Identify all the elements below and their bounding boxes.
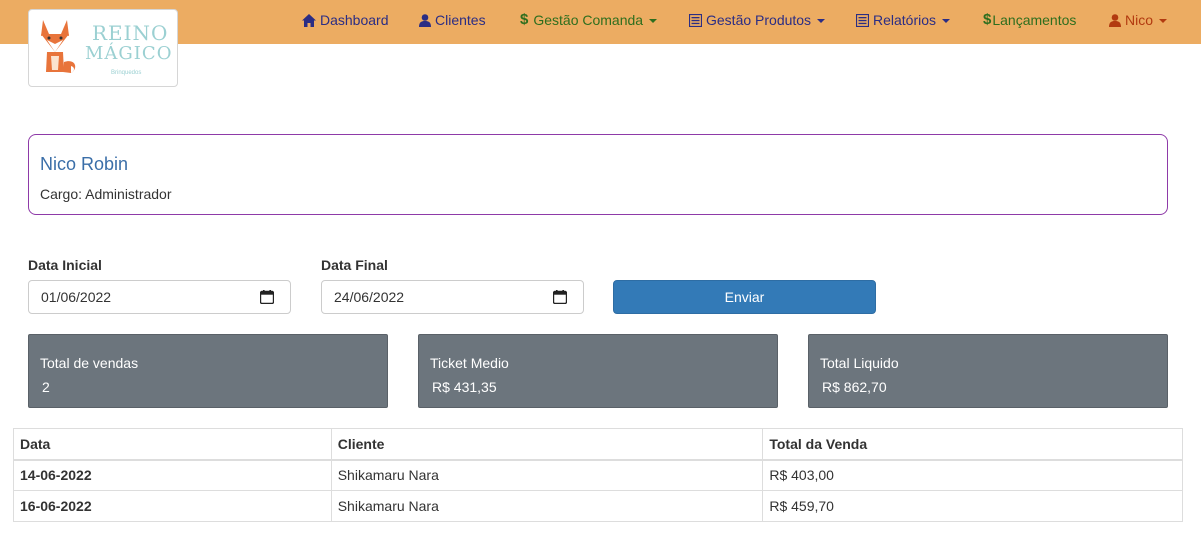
start-date-label: Data Inicial [28, 257, 102, 273]
caret-down-icon [817, 19, 826, 23]
caret-down-icon [1159, 19, 1168, 23]
calendar-icon[interactable] [260, 290, 274, 304]
nav-gestao-produtos-label: Gestão Produtos [706, 12, 812, 28]
nav-user-menu[interactable]: Nico [1109, 10, 1168, 30]
stat-title: Ticket Medio [430, 355, 509, 371]
start-date-input[interactable]: 01/06/2022 [28, 280, 291, 314]
sales-table: Data Cliente Total da Venda 14-06-2022 S… [13, 428, 1183, 522]
list-icon [689, 13, 702, 27]
cell-client: Shikamaru Nara [330, 490, 764, 522]
nav-dashboard-label: Dashboard [320, 12, 389, 28]
dollar-icon: $ [983, 11, 992, 28]
stat-value: 2 [42, 379, 50, 395]
nav-lancamentos-label: Lançamentos [992, 12, 1077, 28]
start-date-value: 01/06/2022 [41, 289, 112, 305]
fox-icon [41, 20, 76, 73]
profile-role: Cargo: Administrador [40, 186, 172, 202]
nav-gestao-comanda[interactable]: $ Gestão Comanda [520, 10, 658, 30]
cell-client: Shikamaru Nara [330, 459, 764, 491]
nav-gestao-comanda-label: Gestão Comanda [533, 12, 644, 28]
profile-card: Nico Robin Cargo: Administrador [28, 134, 1168, 215]
cell-total: R$ 403,00 [762, 459, 1183, 491]
top-navbar: Dashboard Clientes $ Gestão Comanda Gest… [0, 0, 1201, 44]
column-header-data: Data [13, 428, 332, 461]
logo-text-line3: Brinquedos [111, 70, 142, 76]
calendar-icon[interactable] [553, 290, 567, 304]
nav-lancamentos[interactable]: $ Lançamentos [983, 10, 1076, 30]
stat-card-total-liquido: Total Liquido R$ 862,70 [808, 334, 1168, 408]
end-date-input[interactable]: 24/06/2022 [321, 280, 584, 314]
column-header-cliente: Cliente [330, 428, 764, 461]
profile-name: Nico Robin [40, 154, 129, 174]
table-header-row: Data Cliente Total da Venda [13, 428, 1183, 461]
nav-user-label: Nico [1125, 12, 1154, 28]
stat-title: Total de vendas [40, 355, 139, 371]
column-header-total: Total da Venda [762, 428, 1183, 461]
cell-date: 16-06-2022 [13, 490, 332, 522]
nav-relatorios-label: Relatórios [873, 12, 937, 28]
home-icon [302, 13, 316, 27]
table-row: 14-06-2022 Shikamaru Nara R$ 403,00 [13, 459, 1183, 491]
submit-button[interactable]: Enviar [613, 280, 876, 314]
logo-text-line1: REINO [92, 21, 169, 45]
user-icon [1109, 13, 1121, 27]
nav-relatorios[interactable]: Relatórios [856, 10, 951, 30]
stat-title: Total Liquido [820, 355, 899, 371]
brand-logo[interactable]: REINO MÁGICO Brinquedos [28, 9, 178, 87]
caret-down-icon [649, 19, 658, 23]
cell-date: 14-06-2022 [13, 459, 332, 491]
stat-card-total-vendas: Total de vendas 2 [28, 334, 388, 408]
stat-value: R$ 431,35 [432, 379, 497, 395]
logo-text-line2: MÁGICO [85, 43, 173, 64]
stat-value: R$ 862,70 [822, 379, 887, 395]
caret-down-icon [942, 19, 951, 23]
nav-dashboard[interactable]: Dashboard [302, 10, 389, 30]
nav-gestao-produtos[interactable]: Gestão Produtos [689, 10, 826, 30]
stat-card-ticket-medio: Ticket Medio R$ 431,35 [418, 334, 778, 408]
table-row: 16-06-2022 Shikamaru Nara R$ 459,70 [13, 490, 1183, 522]
user-icon [419, 13, 431, 27]
cell-total: R$ 459,70 [762, 490, 1183, 522]
nav-clientes-label: Clientes [435, 12, 486, 28]
end-date-value: 24/06/2022 [334, 289, 405, 305]
dollar-icon: $ [520, 11, 529, 28]
list-icon [856, 13, 869, 27]
nav-clientes[interactable]: Clientes [419, 10, 486, 30]
end-date-label: Data Final [321, 257, 388, 273]
